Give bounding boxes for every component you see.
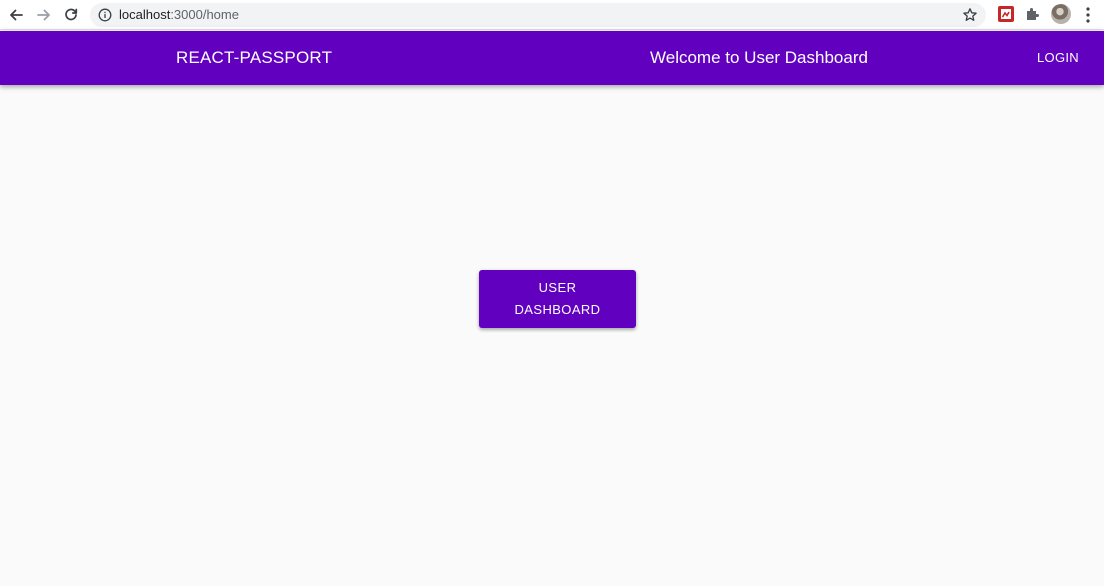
page-title: Welcome to User Dashboard	[650, 48, 868, 67]
extension-icon[interactable]	[997, 5, 1015, 23]
user-dashboard-button-label-line2: DASHBOARD	[514, 302, 601, 317]
reload-icon[interactable]	[60, 4, 82, 26]
bookmark-star-icon[interactable]	[962, 7, 978, 23]
user-dashboard-button-label-line1: USER	[538, 280, 577, 295]
profile-avatar[interactable]	[1051, 4, 1071, 24]
app-bar: REACT-PASSPORT Welcome to User Dashboard…	[0, 31, 1104, 85]
url-path: :3000/home	[170, 7, 239, 22]
forward-arrow-icon[interactable]	[33, 4, 55, 26]
url-host: localhost	[119, 7, 171, 22]
site-info-icon[interactable]	[98, 8, 112, 22]
login-button[interactable]: LOGIN	[1030, 44, 1086, 72]
address-bar[interactable]: localhost:3000/home	[90, 3, 986, 27]
more-menu-icon[interactable]	[1081, 5, 1095, 25]
user-dashboard-button[interactable]: USER DASHBOARD	[479, 270, 636, 328]
url-text[interactable]: localhost:3000/home	[119, 3, 239, 27]
brand-title: REACT-PASSPORT	[176, 48, 333, 67]
puzzle-extensions-icon[interactable]	[1024, 5, 1042, 23]
browser-toolbar: localhost:3000/home	[0, 0, 1104, 30]
back-arrow-icon[interactable]	[5, 4, 27, 26]
